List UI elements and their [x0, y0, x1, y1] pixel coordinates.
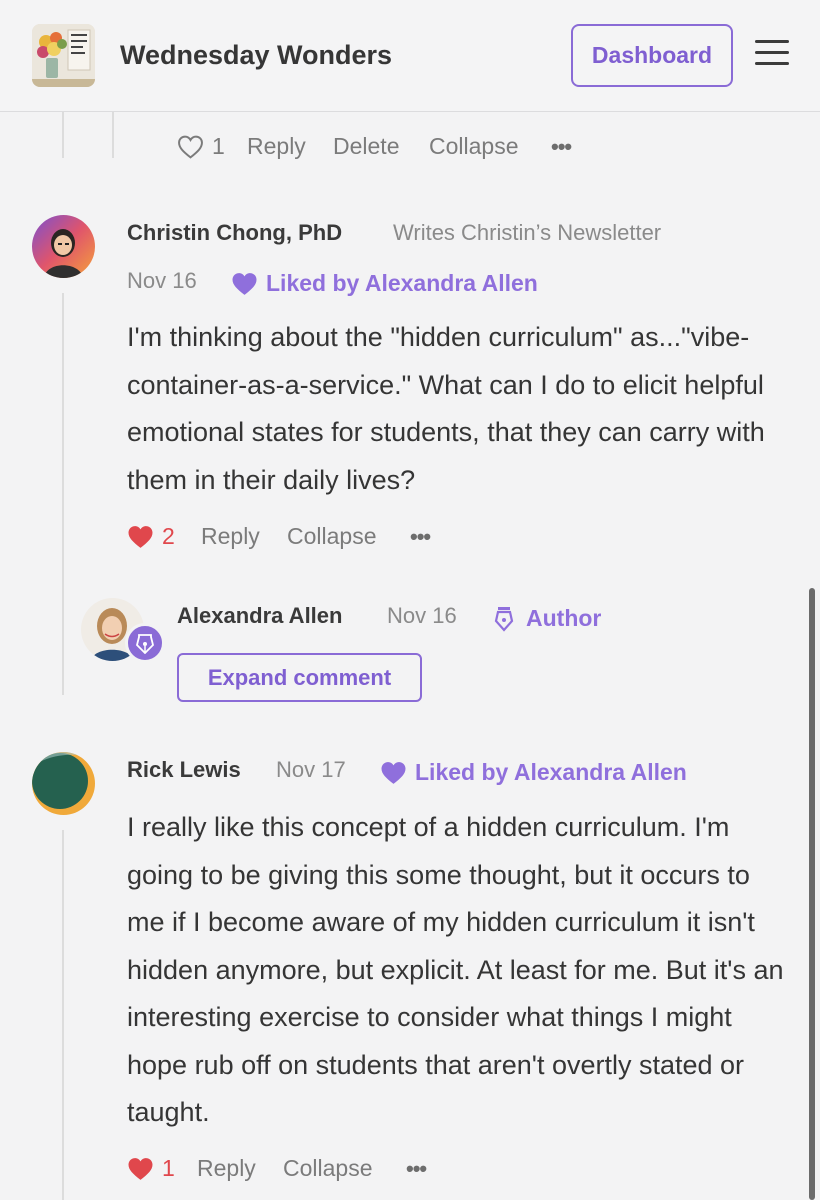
top-header: Wednesday Wonders Dashboard [0, 0, 820, 112]
heart-filled-icon [128, 525, 153, 548]
scrollbar[interactable] [809, 588, 815, 1200]
comment-author-name[interactable]: Alexandra Allen [177, 603, 342, 629]
author-byline[interactable]: Writes Christin’s Newsletter [393, 220, 661, 246]
avatar[interactable] [32, 215, 95, 278]
heart-filled-icon [128, 1157, 153, 1180]
like-count: 2 [162, 523, 175, 549]
expand-comment-button[interactable]: Expand comment [177, 653, 422, 702]
dashboard-button[interactable]: Dashboard [571, 24, 733, 87]
liked-by-text: Liked by Alexandra Allen [415, 759, 687, 785]
author-badge-label: Author [526, 605, 602, 631]
pen-nib-icon [494, 606, 514, 632]
liked-by-author: Liked by Alexandra Allen [231, 270, 538, 297]
liked-by-author: Liked by Alexandra Allen [380, 759, 687, 786]
publication-title[interactable]: Wednesday Wonders [120, 40, 392, 71]
like-button[interactable]: 1 [127, 1155, 175, 1182]
more-icon[interactable]: ••• [406, 1156, 427, 1182]
like-count: 1 [212, 133, 225, 159]
like-count: 1 [162, 1155, 175, 1181]
pen-nib-icon [136, 634, 154, 654]
delete-button[interactable]: Delete [333, 133, 399, 160]
comment-author-name[interactable]: Rick Lewis [127, 757, 241, 783]
menu-icon[interactable] [755, 40, 789, 70]
like-button[interactable]: 1 [177, 133, 225, 160]
comment-date: Nov 17 [276, 757, 346, 782]
collapse-button[interactable]: Collapse [429, 133, 519, 160]
like-button[interactable]: 2 [127, 523, 175, 550]
comment-date: Nov 16 [387, 603, 457, 628]
more-icon[interactable]: ••• [551, 134, 572, 160]
heart-outline-icon [178, 135, 203, 159]
comment-author-name[interactable]: Christin Chong, PhD [127, 220, 342, 246]
reply-button[interactable]: Reply [247, 133, 306, 160]
heart-purple-icon [381, 761, 406, 784]
thread-line [62, 293, 64, 695]
comment-date: Nov 16 [127, 268, 197, 293]
reply-button[interactable]: Reply [197, 1155, 256, 1182]
publication-logo[interactable] [32, 24, 95, 87]
more-icon[interactable]: ••• [410, 524, 431, 550]
thread-line [112, 112, 114, 158]
collapse-button[interactable]: Collapse [283, 1155, 373, 1182]
author-badge: Author [494, 605, 601, 632]
thread-line [62, 830, 64, 1200]
pen-nib-badge [125, 623, 165, 663]
thread-line [62, 112, 64, 158]
heart-purple-icon [232, 272, 257, 295]
comment-body: I really like this concept of a hidden c… [127, 812, 784, 1127]
avatar[interactable] [32, 752, 95, 815]
comment-body: I'm thinking about the "hidden curriculu… [127, 322, 765, 495]
collapse-button[interactable]: Collapse [287, 523, 377, 550]
liked-by-text: Liked by Alexandra Allen [266, 270, 538, 296]
reply-button[interactable]: Reply [201, 523, 260, 550]
